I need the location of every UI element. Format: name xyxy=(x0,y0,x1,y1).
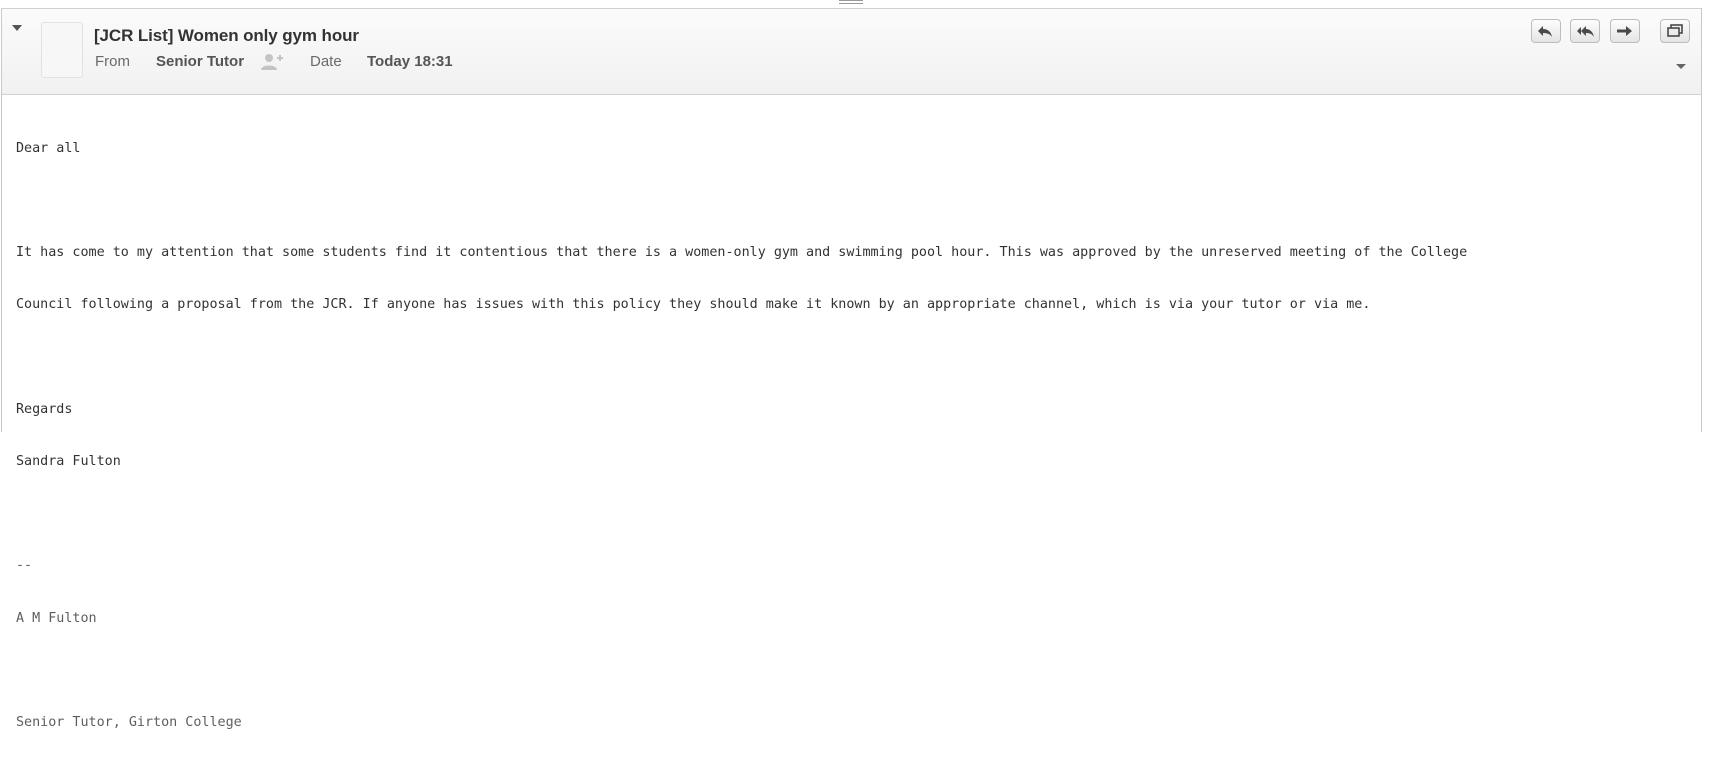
signature-separator: -- xyxy=(16,558,33,574)
date-label: Date xyxy=(310,53,342,70)
collapse-header-icon[interactable] xyxy=(10,22,24,34)
message-subject: [JCR List] Women only gym hour xyxy=(94,26,359,45)
body-blank-line xyxy=(16,192,1686,209)
more-headers-icon[interactable] xyxy=(1674,62,1688,72)
reply-all-icon xyxy=(1577,26,1594,37)
body-closing: Regards xyxy=(16,401,73,417)
body-blank-line xyxy=(16,505,1686,522)
avatar xyxy=(41,22,83,78)
body-sender-name: Sandra Fulton xyxy=(16,454,121,470)
body-paragraph-line-1: It has come to my attention that some st… xyxy=(16,245,1468,261)
resize-handle[interactable] xyxy=(839,0,863,6)
signature-title: Senior Tutor, Girton College xyxy=(16,715,242,731)
open-in-new-window-icon xyxy=(1667,24,1683,37)
date-value: Today 18:31 xyxy=(367,53,453,70)
open-in-new-window-button[interactable] xyxy=(1660,19,1690,43)
reply-all-button[interactable] xyxy=(1570,19,1600,43)
message-view: [JCR List] Women only gym hour From Seni… xyxy=(0,0,1713,730)
forward-icon xyxy=(1617,26,1632,36)
reply-icon xyxy=(1538,26,1552,37)
forward-button[interactable] xyxy=(1610,19,1640,43)
from-label: From xyxy=(95,53,130,70)
reply-button[interactable] xyxy=(1531,19,1561,43)
body-blank-line xyxy=(16,662,1686,679)
add-contact-icon[interactable] xyxy=(260,53,284,71)
message-header: [JCR List] Women only gym hour From Seni… xyxy=(2,9,1701,95)
message-pane: [JCR List] Women only gym hour From Seni… xyxy=(1,8,1702,730)
message-body: Dear all It has come to my attention tha… xyxy=(16,105,1686,766)
body-blank-line xyxy=(16,349,1686,366)
body-paragraph-line-2: Council following a proposal from the JC… xyxy=(16,297,1371,313)
body-greeting: Dear all xyxy=(16,140,81,156)
from-value[interactable]: Senior Tutor xyxy=(156,53,244,70)
signature-name: A M Fulton xyxy=(16,610,97,626)
